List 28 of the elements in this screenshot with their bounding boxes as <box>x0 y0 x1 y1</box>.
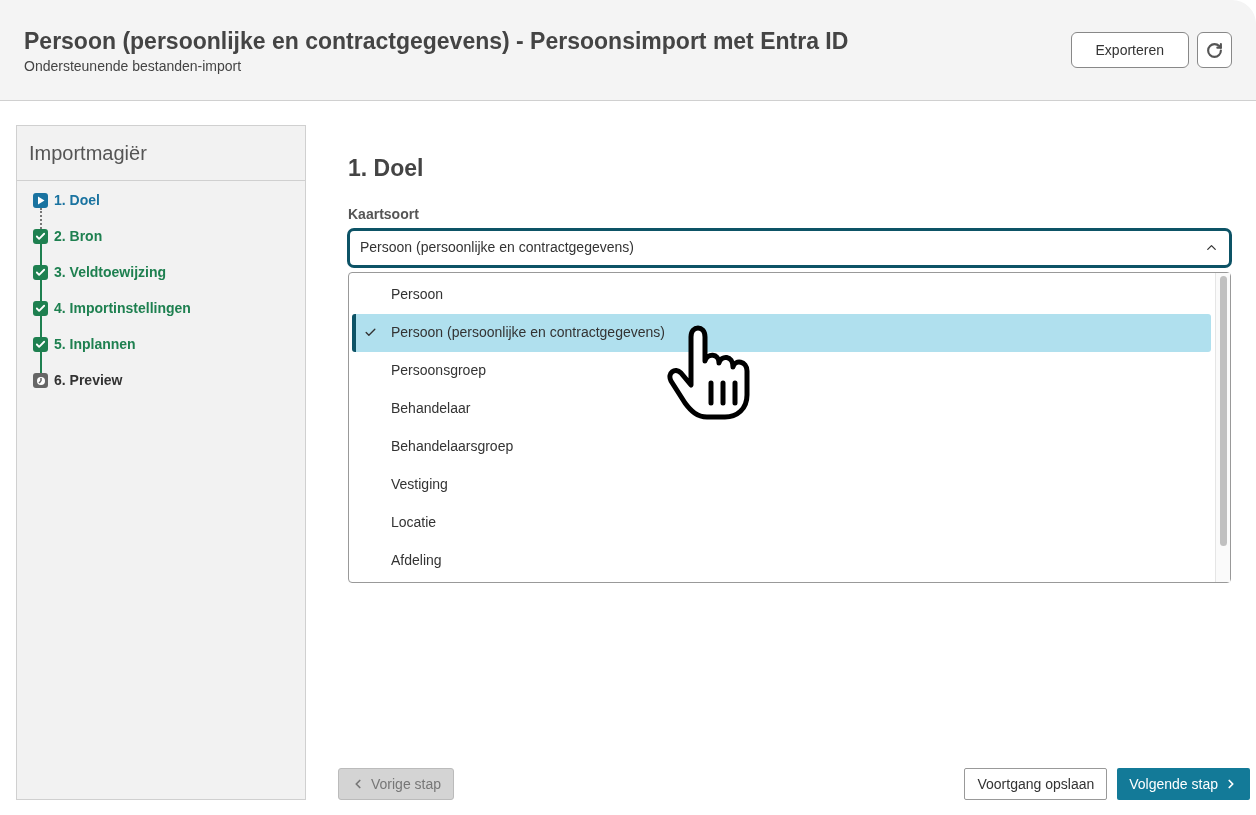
sidebar-title: Importmagiër <box>17 126 305 181</box>
dropdown-option[interactable]: Behandelaarsgroep <box>352 427 1211 466</box>
field-label: Kaartsoort <box>348 204 420 224</box>
dropdown-option[interactable]: Persoon (persoonlijke en contractgegevens) <box>352 313 1211 352</box>
scrollbar-thumb[interactable] <box>1219 275 1227 546</box>
dropdown-option[interactable]: Persoon <box>352 275 1211 314</box>
save-progress-button[interactable]: Voortgang opslaan <box>964 768 1108 800</box>
refresh-icon <box>1206 41 1223 59</box>
dropdown-option[interactable]: Vestiging <box>352 465 1211 504</box>
wizard-step[interactable]: 4. Importinstellingen <box>54 298 191 319</box>
wizard-step[interactable]: 3. Veldtoewijzing <box>54 262 167 283</box>
wizard-step[interactable]: 6. Preview <box>54 370 123 391</box>
check-icon <box>364 326 377 339</box>
select-value: Persoon (persoonlijke en contractgegevens) <box>360 238 634 257</box>
dropdown-option[interactable]: Persoonsgroep <box>352 351 1211 390</box>
wizard-step[interactable]: 5. Inplannen <box>54 334 136 355</box>
wizard-step[interactable]: 1. Doel <box>54 190 100 211</box>
page-subtitle: Ondersteunende bestanden-import <box>24 57 243 76</box>
dropdown-option[interactable]: Locatie <box>352 503 1211 542</box>
select-field[interactable]: Persoon (persoonlijke en contractgegevens) <box>348 228 1231 267</box>
refresh-button[interactable] <box>1197 32 1232 68</box>
wizard-step[interactable]: 2. Bron <box>54 226 103 247</box>
next-step-button[interactable]: Volgende stap <box>1117 768 1250 800</box>
dropdown-option[interactable]: Afdeling <box>352 541 1211 580</box>
page-title: Persoon (persoonlijke en contractgegevens) - Persoonsimport met Entra ID <box>24 27 849 56</box>
dropdown-option[interactable]: Behandelaar <box>352 389 1211 428</box>
section-heading: 1. Doel <box>348 154 425 183</box>
export-button[interactable]: Exporteren <box>1070 32 1189 68</box>
